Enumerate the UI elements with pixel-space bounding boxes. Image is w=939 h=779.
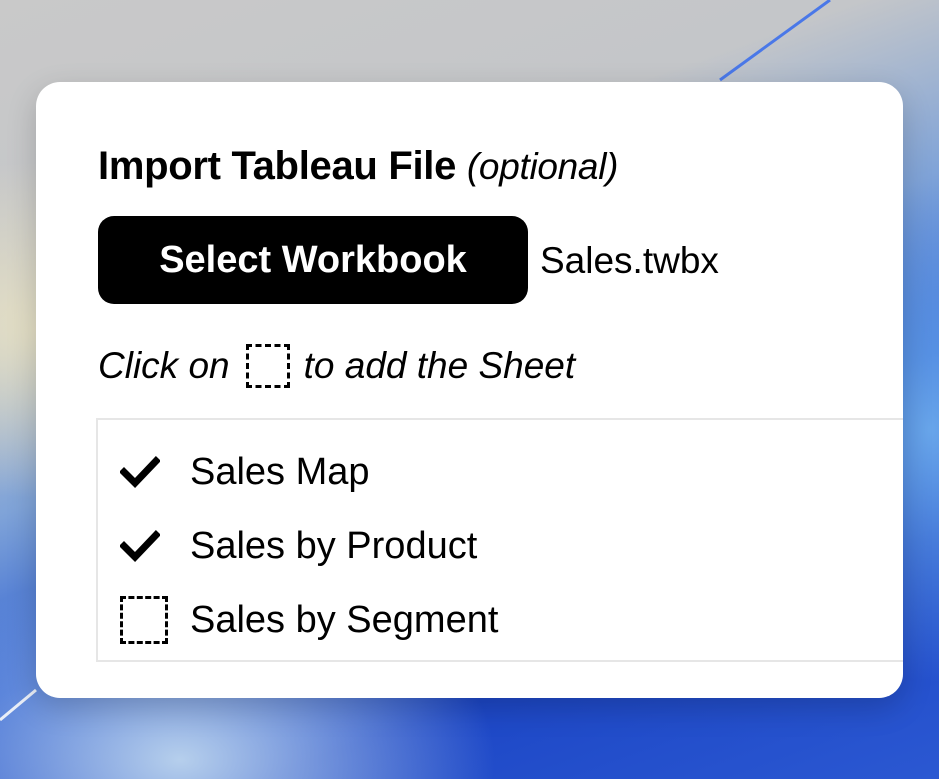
sheet-item-label: Sales Map [190,450,370,493]
instruction-suffix: to add the Sheet [303,345,576,386]
sheet-item-label: Sales by Segment [190,598,499,641]
dashed-square-icon[interactable] [120,592,176,648]
checkmark-icon [120,518,176,574]
select-workbook-button[interactable]: Select Workbook [98,216,528,304]
sheet-list: Sales Map Sales by Product Sales by Segm… [96,418,903,662]
sheet-item-sales-map[interactable]: Sales Map [120,442,370,502]
dialog-heading: Import Tableau File (optional) [98,144,618,189]
sheet-item-sales-by-segment[interactable]: Sales by Segment [120,590,498,650]
dialog-title: Import Tableau File [98,144,457,188]
import-tableau-dialog: Import Tableau File (optional) Select Wo… [36,82,903,698]
add-sheet-instruction: Click on to add the Sheet [98,344,575,388]
instruction-prefix: Click on [98,345,230,386]
sheet-item-label: Sales by Product [190,524,478,567]
dialog-title-optional: (optional) [466,146,619,187]
dashed-square-icon [245,344,290,388]
checkmark-icon [120,444,176,500]
selected-file-name: Sales.twbx [540,240,719,281]
sheet-item-sales-by-product[interactable]: Sales by Product [120,516,477,576]
